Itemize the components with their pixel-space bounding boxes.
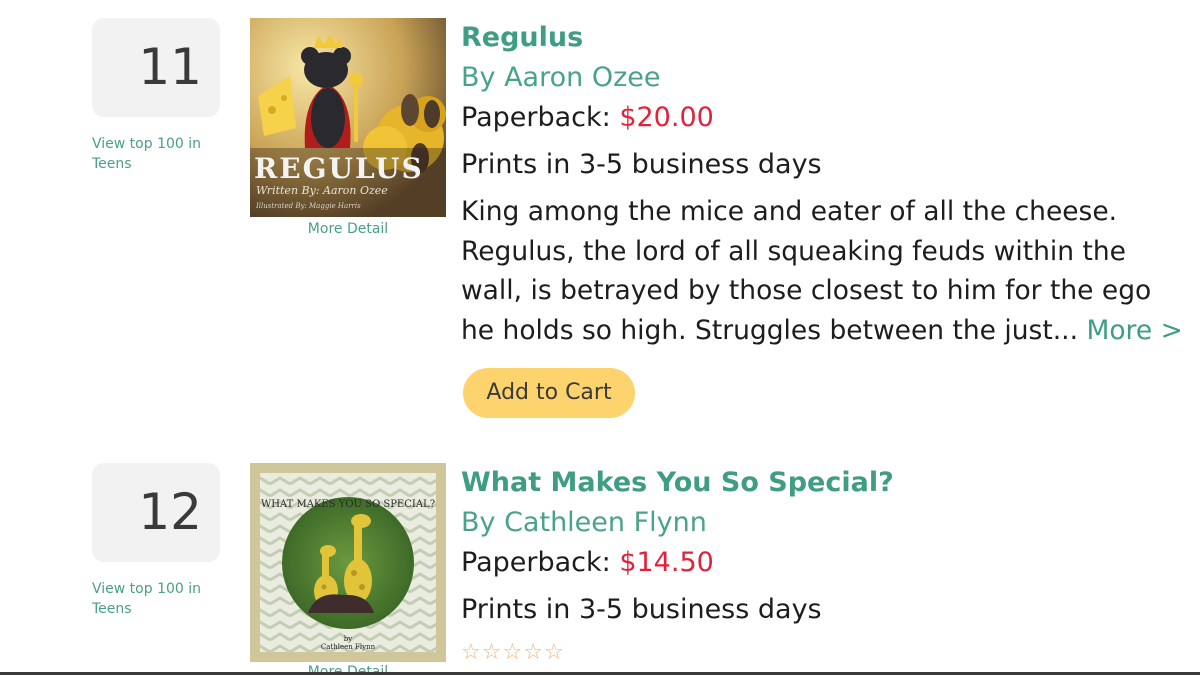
star-outline-icon: ☆ xyxy=(543,640,565,665)
format-label: Paperback: xyxy=(461,102,611,133)
book-info: What Makes You So Special? By Cathleen F… xyxy=(461,463,1181,664)
view-top-100-link[interactable]: View top 100 in Teens xyxy=(92,579,232,619)
star-outline-icon: ☆ xyxy=(502,640,524,665)
cover-author-text: Cathleen Flynn xyxy=(321,643,376,651)
add-to-cart-button[interactable]: Add to Cart xyxy=(463,368,635,418)
star-outline-icon: ☆ xyxy=(523,640,544,665)
price-line: Paperback: $14.50 xyxy=(461,543,1181,583)
special-cover-art: WHAT MAKES YOU SO SPECIAL? by Cathleen F… xyxy=(250,463,446,662)
print-time: Prints in 3-5 business days xyxy=(461,149,822,180)
book-info: Regulus By Aaron Ozee Paperback: $20.00 … xyxy=(461,18,1183,351)
description-line: King among the mice and eater of all the… xyxy=(461,196,1118,227)
description-line: Regulus, the lord of all squeaking feuds… xyxy=(461,235,1126,267)
star-outline-icon: ☆ xyxy=(461,640,482,665)
description-line: wall, is betrayed by those closest to hi… xyxy=(461,275,1152,306)
more-link[interactable]: More > xyxy=(1086,315,1182,346)
print-time: Prints in 3-5 business days xyxy=(461,594,822,625)
author-link[interactable]: By Aaron Ozee xyxy=(461,58,1181,98)
cover-title-text: REGULUS xyxy=(254,152,424,185)
price-value: $14.50 xyxy=(619,547,714,578)
bestseller-list-page: 11 View top 100 in Teens REGULUS Written… xyxy=(0,0,1200,675)
cover-illustrated-by: Illustrated By: Maggie Harris xyxy=(255,202,361,210)
price-value: $20.00 xyxy=(619,102,714,133)
more-detail-link[interactable]: More Detail xyxy=(250,221,446,237)
format-label: Paperback: xyxy=(461,547,611,578)
cover-title-text: WHAT MAKES YOU SO SPECIAL? xyxy=(261,499,435,510)
star-rating[interactable]: ☆☆☆☆☆ xyxy=(461,642,1181,664)
cover-by-text: by xyxy=(344,635,352,643)
price-line: Paperback: $20.00 xyxy=(461,98,1181,138)
rank-badge: 11 xyxy=(92,18,220,117)
book-description: King among the mice and eater of all the… xyxy=(461,192,1183,351)
cover-written-by: Written By: Aaron Ozee xyxy=(256,184,388,197)
author-link[interactable]: By Cathleen Flynn xyxy=(461,503,1181,543)
book-title-link[interactable]: What Makes You So Special? xyxy=(461,463,1181,503)
description-line-text: he holds so high. Struggles between the … xyxy=(461,314,1079,346)
star-outline-icon: ☆ xyxy=(481,640,503,665)
book-title-link[interactable]: Regulus xyxy=(461,18,1181,58)
book-cover-what-makes-you-so-special[interactable]: WHAT MAKES YOU SO SPECIAL? by Cathleen F… xyxy=(250,463,446,662)
view-top-100-link[interactable]: View top 100 in Teens xyxy=(92,134,232,174)
regulus-cover-art: REGULUS Written By: Aaron Ozee Illustrat… xyxy=(250,18,446,217)
description-line-last: he holds so high. Struggles between the … xyxy=(461,311,1183,351)
book-cover-regulus[interactable]: REGULUS Written By: Aaron Ozee Illustrat… xyxy=(250,18,446,217)
rank-badge: 12 xyxy=(92,463,220,562)
